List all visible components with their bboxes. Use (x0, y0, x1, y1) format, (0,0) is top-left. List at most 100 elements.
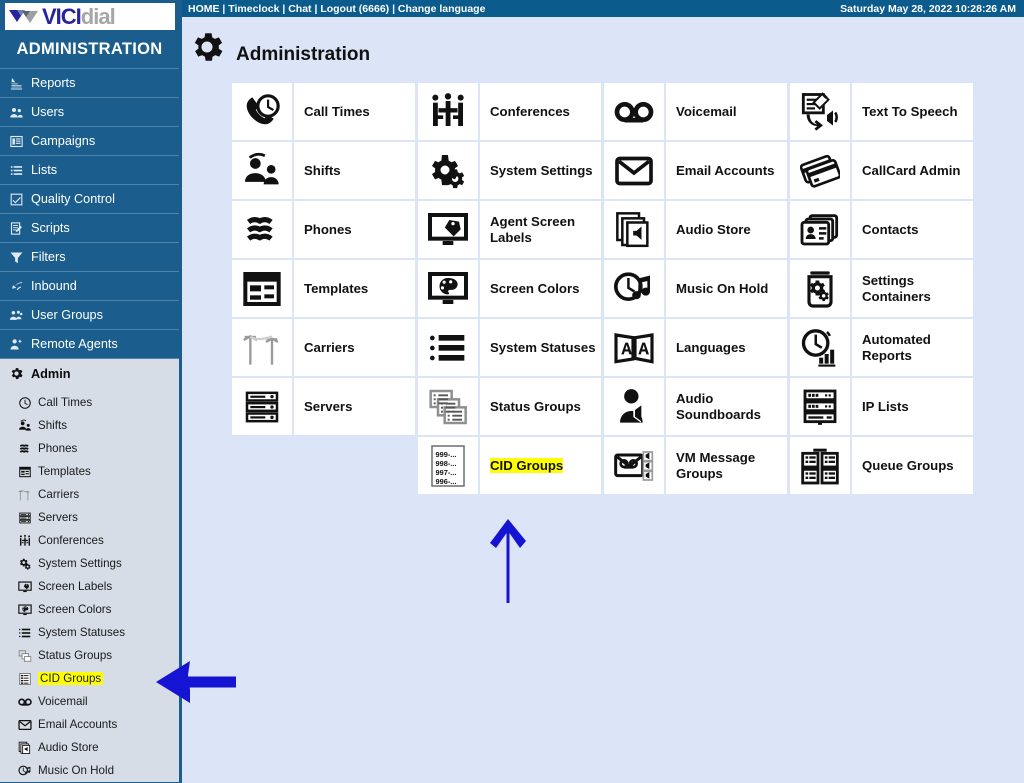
submenu-item-label: Email Accounts (38, 718, 118, 731)
gear-icon (9, 366, 24, 381)
submenu-item-audio-store[interactable]: Audio Store (0, 736, 179, 759)
voicemail-icon (18, 695, 32, 709)
tile-call-times[interactable]: Call Times (232, 82, 416, 141)
sidebar-nav: Reports Users Campaigns Lists Quality Contro… (0, 69, 179, 388)
tile-label: System Settings (490, 162, 593, 178)
logo-triangles-icon (8, 7, 42, 27)
script-icon (9, 221, 24, 236)
submenu-item-servers[interactable]: Servers (0, 506, 179, 529)
tile-vm-message-groups[interactable]: VM Message Groups (604, 436, 788, 495)
shifts-icon (232, 142, 292, 199)
submenu-item-email-accounts[interactable]: Email Accounts (0, 713, 179, 736)
tile-languages[interactable]: Languages (604, 318, 788, 377)
tile-label: VM Message Groups (676, 450, 756, 481)
submenu-item-cid-groups[interactable]: CID Groups (0, 667, 179, 690)
queue-groups-icon (790, 437, 850, 494)
tile-text-to-speech[interactable]: Text To Speech (790, 82, 974, 141)
tile-ip-lists[interactable]: IP Lists (790, 377, 974, 436)
sidebar-item-lists[interactable]: Lists (0, 156, 179, 185)
tile-templates[interactable]: Templates (232, 259, 416, 318)
submenu-item-voicemail[interactable]: Voicemail (0, 690, 179, 713)
tile-label: Music On Hold (676, 280, 769, 296)
tile-status-groups[interactable]: Status Groups (418, 377, 602, 436)
submenu-item-label: Shifts (38, 419, 67, 432)
submenu-item-templates[interactable]: Templates (0, 460, 179, 483)
submenu-item-call-times[interactable]: Call Times (0, 391, 179, 414)
submenu-item-phones[interactable]: Phones (0, 437, 179, 460)
submenu-item-status-groups[interactable]: Status Groups (0, 644, 179, 667)
tile-system-statuses[interactable]: System Statuses (418, 318, 602, 377)
sidebar-item-user-groups[interactable]: User Groups (0, 301, 179, 330)
submenu-item-system-settings[interactable]: System Settings (0, 552, 179, 575)
submenu-item-shifts[interactable]: Shifts (0, 414, 179, 437)
agent-screen-label-icon (418, 201, 478, 258)
sidebar-item-label: Users (31, 105, 65, 119)
tile-servers[interactable]: Servers (232, 377, 416, 436)
sidebar-item-reports[interactable]: Reports (0, 69, 179, 98)
tile-voicemail[interactable]: Voicemail (604, 82, 788, 141)
clock-icon (18, 396, 32, 410)
tile-label-wrap: Text To Speech (852, 83, 973, 140)
tile-carriers[interactable]: Carriers (232, 318, 416, 377)
none (232, 437, 292, 494)
submenu-item-music-on-hold[interactable]: Music On Hold (0, 759, 179, 782)
tile-automated-reports[interactable]: Automated Reports (790, 318, 974, 377)
report-icon (9, 76, 24, 91)
top-bar-datetime: Saturday May 28, 2022 10:28:26 AM (840, 2, 1016, 15)
tile-label-wrap: Audio Store (666, 201, 787, 258)
tile-label: Carriers (304, 339, 355, 355)
tile-screen-colors[interactable]: Screen Colors (418, 259, 602, 318)
tile-label-wrap: Languages (666, 319, 787, 376)
submenu-item-screen-colors[interactable]: Screen Colors (0, 598, 179, 621)
sidebar-item-quality-control[interactable]: Quality Control (0, 185, 179, 214)
submenu-item-carriers[interactable]: Carriers (0, 483, 179, 506)
sidebar-item-inbound[interactable]: Inbound (0, 272, 179, 301)
sidebar-item-campaigns[interactable]: Campaigns (0, 127, 179, 156)
sidebar-item-scripts[interactable]: Scripts (0, 214, 179, 243)
tile-label-wrap: CallCard Admin (852, 142, 973, 199)
submenu-item-label: Call Times (38, 396, 93, 409)
tile-agent-screen-labels[interactable]: Agent Screen Labels (418, 200, 602, 259)
sidebar-item-filters[interactable]: Filters (0, 243, 179, 272)
admin-tile-grid: Call Times Conferences Voicemail Text To Sp… (232, 82, 974, 495)
tile-label-wrap: Email Accounts (666, 142, 787, 199)
tile-settings-containers[interactable]: Settings Containers (790, 259, 974, 318)
template-icon (18, 465, 32, 479)
svg-text:996-...: 996-... (436, 477, 457, 486)
tile-music-on-hold[interactable]: Music On Hold (604, 259, 788, 318)
submenu-item-conferences[interactable]: Conferences (0, 529, 179, 552)
top-bar-links[interactable]: HOME | Timeclock | Chat | Logout (6666) … (188, 3, 485, 15)
contacts-icon (790, 201, 850, 258)
submenu-item-screen-labels[interactable]: Screen Labels (0, 575, 179, 598)
tile-label: Audio Soundboards (676, 391, 761, 422)
tile-phones[interactable]: Phones (232, 200, 416, 259)
tile-system-settings[interactable]: System Settings (418, 141, 602, 200)
tile-contacts[interactable]: Contacts (790, 200, 974, 259)
tile-audio-store[interactable]: Audio Store (604, 200, 788, 259)
carriers-icon (232, 319, 292, 376)
submenu-item-system-statuses[interactable]: System Statuses (0, 621, 179, 644)
tile-label: Contacts (862, 221, 919, 237)
status-groups-icon (418, 378, 478, 435)
users-icon (9, 105, 24, 120)
tile-callcard-admin[interactable]: CallCard Admin (790, 141, 974, 200)
tile-conferences[interactable]: Conferences (418, 82, 602, 141)
submenu-item-label: Carriers (38, 488, 80, 501)
sidebar-item-label: Scripts (31, 221, 70, 235)
tile-cid-groups[interactable]: 999-... 998-... 997-... 996-... CID Groups (418, 436, 602, 495)
tile-audio-soundboards[interactable]: Audio Soundboards (604, 377, 788, 436)
tile-label: Phones (304, 221, 352, 237)
sidebar-item-users[interactable]: Users (0, 98, 179, 127)
tile-label-wrap: VM Message Groups (666, 437, 787, 494)
submenu-item-label: Conferences (38, 534, 104, 547)
sidebar-item-remote-agents[interactable]: Remote Agents (0, 330, 179, 359)
tile-label: Settings Containers (862, 273, 931, 304)
tile-email-accounts[interactable]: Email Accounts (604, 141, 788, 200)
vicidial-logo[interactable]: VICI dial (5, 3, 175, 30)
settings-container-icon (790, 260, 850, 317)
tile-label-wrap: Agent Screen Labels (480, 201, 601, 258)
sidebar-item-admin[interactable]: Admin (0, 359, 179, 388)
tile-shifts[interactable]: Shifts (232, 141, 416, 200)
screen-color-icon (18, 603, 32, 617)
tile-queue-groups[interactable]: Queue Groups (790, 436, 974, 495)
